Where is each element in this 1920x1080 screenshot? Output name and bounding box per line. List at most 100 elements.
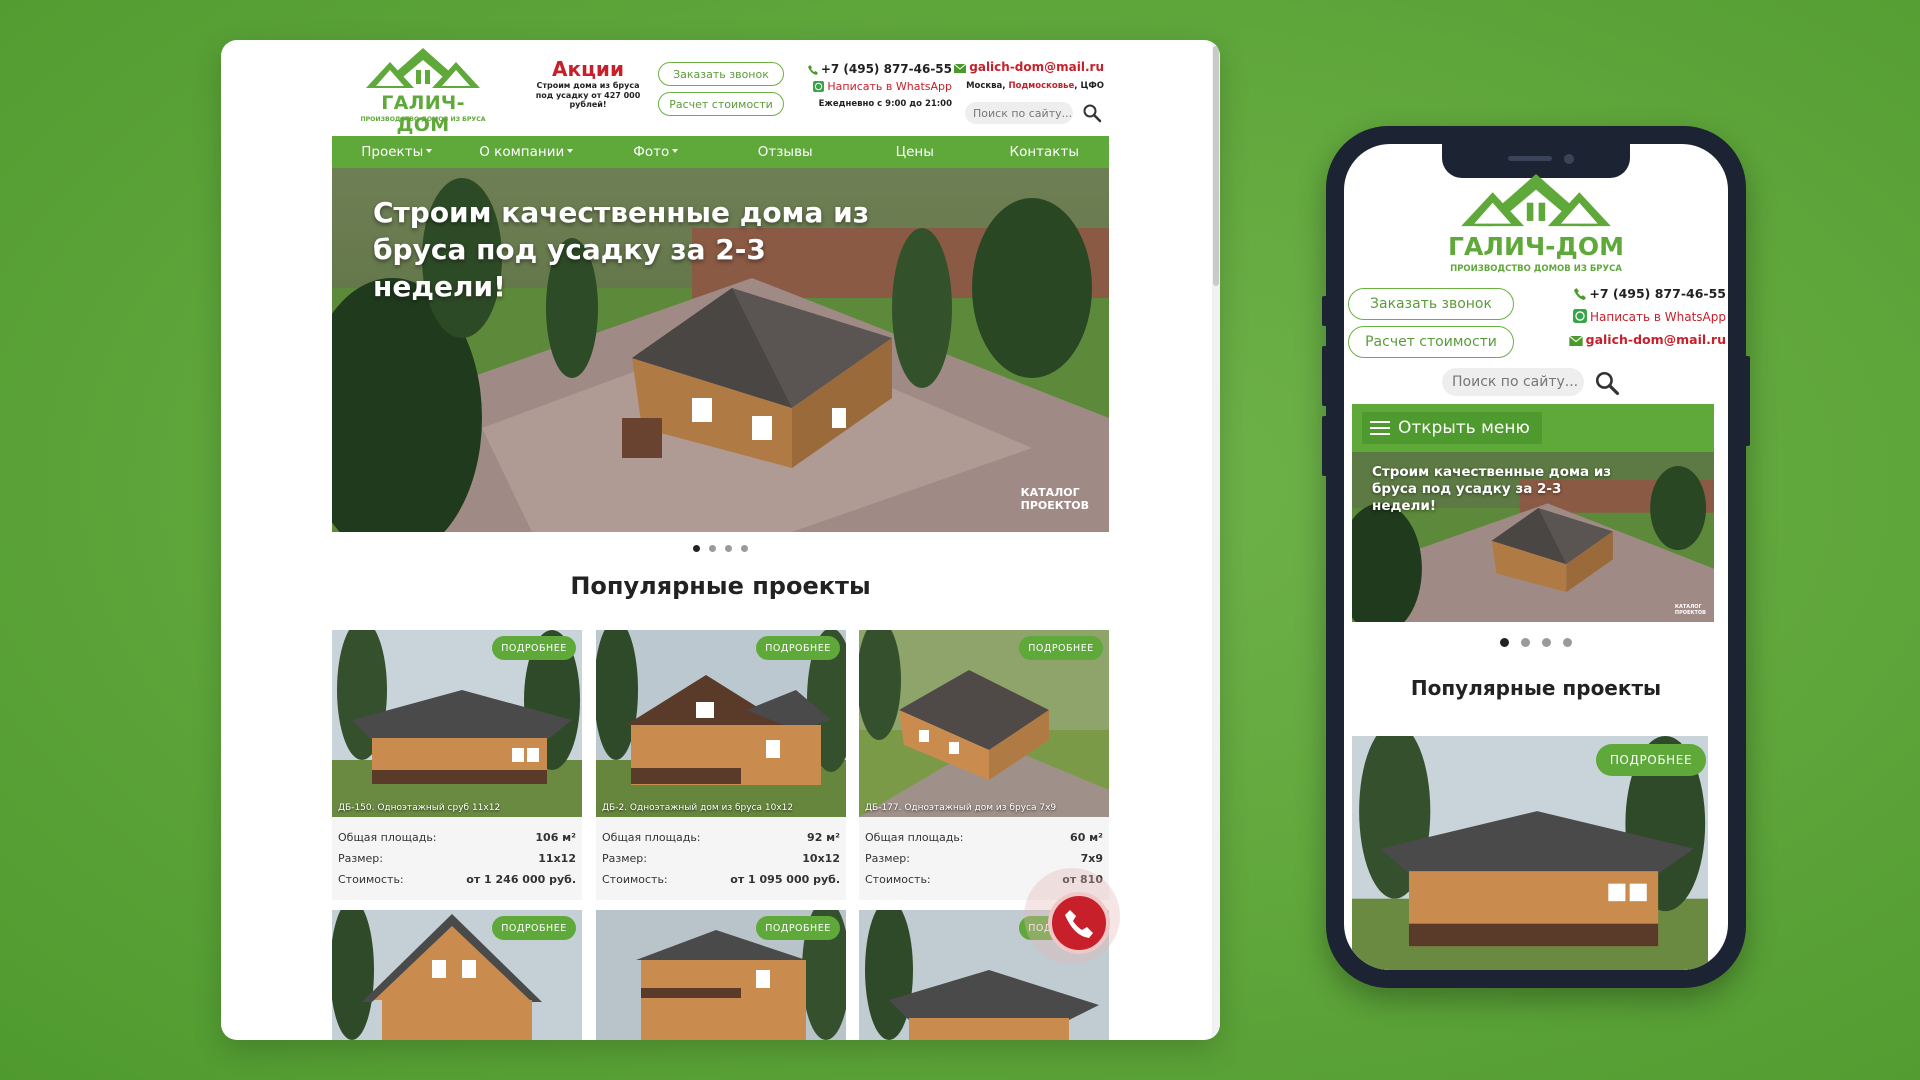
- search-icon[interactable]: [1594, 370, 1620, 396]
- main-nav: Проекты О компании Фото Отзывы Цены Конт…: [332, 136, 1109, 168]
- mobile-screen: ГАЛИЧ-ДОМ ПРОИЗВОДСТВО ДОМОВ ИЗ БРУСА За…: [1344, 144, 1728, 970]
- spec-row: Стоимость: от 1 246 000 руб.: [338, 869, 576, 890]
- phone-button: [1322, 346, 1328, 406]
- spec-value: 60 м²: [1070, 831, 1103, 844]
- email-link[interactable]: galich-dom@mail.ru: [952, 60, 1104, 74]
- project-image[interactable]: ПОДРОБНЕЕ: [332, 910, 582, 1040]
- order-call-button[interactable]: Заказать звонок: [658, 62, 784, 86]
- contacts-block-2: galich-dom@mail.ru Москва, Подмосковье, …: [952, 60, 1104, 91]
- project-card[interactable]: ДБ-2. Одноэтажный дом из бруса 10x12 ПОД…: [596, 630, 846, 900]
- email-address: galich-dom@mail.ru: [969, 60, 1104, 74]
- project-card[interactable]: ПОДРОБНЕЕ: [332, 910, 582, 1040]
- details-button[interactable]: ПОДРОБНЕЕ: [492, 916, 576, 940]
- project-card[interactable]: ДБ-150. Одноэтажный сруб 11x12 ПОДРОБНЕЕ…: [332, 630, 582, 900]
- whatsapp-icon: [1573, 309, 1588, 323]
- nav-item-contacts[interactable]: Контакты: [980, 144, 1110, 160]
- mobile-hero-slider[interactable]: Строим качественные дома из бруса под ус…: [1352, 452, 1714, 622]
- slider-dot[interactable]: [1563, 638, 1572, 647]
- promo-block[interactable]: Акции Строим дома из бруса под усадку от…: [532, 58, 644, 110]
- project-caption: ДБ-2. Одноэтажный дом из бруса 10x12: [602, 803, 794, 813]
- spec-row: Размер: 11x12: [338, 848, 576, 869]
- project-image[interactable]: ПОДРОБНЕЕ: [596, 910, 846, 1040]
- spec-value: от 1 246 000 руб.: [466, 873, 576, 886]
- hero-slider[interactable]: Строим качественные дома из бруса под ус…: [332, 168, 1109, 532]
- whatsapp-link[interactable]: Написать в WhatsApp: [1569, 309, 1726, 324]
- spec-value: 10x12: [802, 852, 840, 865]
- email-link[interactable]: galich-dom@mail.ru: [1568, 332, 1726, 347]
- calc-cost-button[interactable]: Расчет стоимости: [1348, 326, 1514, 358]
- order-call-button[interactable]: Заказать звонок: [1348, 288, 1514, 320]
- chevron-down-icon: [426, 149, 433, 153]
- spec-row: Общая площадь: 106 м²: [338, 827, 576, 848]
- slider-dot[interactable]: [725, 545, 732, 552]
- phone-button: [1322, 416, 1328, 476]
- call-button-inner[interactable]: [1048, 892, 1110, 954]
- spec-row: Размер: 10x12: [602, 848, 840, 869]
- project-image[interactable]: ДБ-150. Одноэтажный сруб 11x12 ПОДРОБНЕЕ: [332, 630, 582, 817]
- nav-item-photo[interactable]: Фото: [591, 144, 721, 160]
- catalog-link[interactable]: КАТАЛОГ ПРОЕКТОВ: [1675, 604, 1706, 616]
- nav-item-prices[interactable]: Цены: [850, 144, 980, 160]
- mobile-logo[interactable]: ГАЛИЧ-ДОМ ПРОИЗВОДСТВО ДОМОВ ИЗ БРУСА: [1448, 174, 1624, 284]
- camera: [1564, 154, 1574, 164]
- nav-label: Проекты: [361, 144, 424, 160]
- phone-button: [1322, 296, 1328, 326]
- project-card[interactable]: ПОДРОБНЕЕ: [596, 910, 846, 1040]
- catalog-link[interactable]: КАТАЛОГ ПРОЕКТОВ: [1021, 486, 1089, 512]
- details-button[interactable]: ПОДРОБНЕЕ: [756, 916, 840, 940]
- project-image[interactable]: ДБ-2. Одноэтажный дом из бруса 10x12 ПОД…: [596, 630, 846, 817]
- slider-dot[interactable]: [1521, 638, 1530, 647]
- spec-label: Размер:: [865, 852, 910, 865]
- open-menu-button[interactable]: Открыть меню: [1362, 412, 1542, 444]
- nav-label: О компании: [479, 144, 565, 160]
- whatsapp-link[interactable]: Написать в WhatsApp: [802, 80, 952, 93]
- slider-dot[interactable]: [1500, 638, 1509, 647]
- details-button[interactable]: ПОДРОБНЕЕ: [492, 636, 576, 660]
- promo-title[interactable]: Акции: [532, 58, 644, 80]
- search-input[interactable]: Поиск по сайту...: [1442, 368, 1584, 396]
- hero-title: Строим качественные дома из бруса под ус…: [1372, 464, 1612, 514]
- details-button[interactable]: ПОДРОБНЕЕ: [756, 636, 840, 660]
- spec-label: Общая площадь:: [865, 831, 964, 844]
- project-card[interactable]: ДБ-177. Одноэтажный дом из бруса 7x9 ПОД…: [859, 630, 1109, 900]
- details-button[interactable]: ПОДРОБНЕЕ: [1019, 636, 1103, 660]
- project-specs: Общая площадь: 106 м² Размер: 11x12 Стоимо…: [332, 817, 582, 890]
- phone-notch: [1442, 144, 1630, 178]
- chevron-down-icon: [567, 149, 574, 153]
- project-image[interactable]: ДБ-177. Одноэтажный дом из бруса 7x9 ПОД…: [859, 630, 1109, 817]
- nav-item-projects[interactable]: Проекты: [332, 144, 462, 160]
- slider-dot[interactable]: [709, 545, 716, 552]
- region-link[interactable]: Подмосковье: [1008, 81, 1074, 91]
- slider-dot[interactable]: [1542, 638, 1551, 647]
- nav-label: Фото: [633, 144, 670, 160]
- phone-link[interactable]: +7 (495) 877-46-55: [802, 62, 952, 76]
- phone-number: +7 (495) 877-46-55: [1589, 286, 1726, 301]
- nav-item-about[interactable]: О компании: [462, 144, 592, 160]
- nav-item-reviews[interactable]: Отзывы: [721, 144, 851, 160]
- spec-row: Общая площадь: 92 м²: [602, 827, 840, 848]
- slider-dot[interactable]: [741, 545, 748, 552]
- catalog-label-1: КАТАЛОГ: [1020, 486, 1080, 499]
- calc-cost-button[interactable]: Расчет стоимости: [658, 92, 784, 116]
- slider-dot[interactable]: [693, 545, 700, 552]
- logo[interactable]: ГАЛИЧ-ДОМ ПРОИЗВОДСТВО ДОМОВ ИЗ БРУСА: [356, 48, 490, 136]
- scrollbar-thumb[interactable]: [1213, 46, 1219, 286]
- floating-call-button[interactable]: [1024, 868, 1120, 964]
- project-caption: ДБ-150. Одноэтажный сруб 11x12: [338, 803, 501, 813]
- spec-value: 11x12: [538, 852, 576, 865]
- open-menu-label: Открыть меню: [1398, 418, 1530, 438]
- hero-title: Строим качественные дома из бруса под ус…: [373, 196, 869, 303]
- details-button[interactable]: ПОДРОБНЕЕ: [1596, 744, 1706, 776]
- phone-icon: [1574, 288, 1587, 300]
- mail-icon: [954, 64, 967, 73]
- project-card[interactable]: ПОДРОБНЕЕ: [1352, 736, 1708, 970]
- spec-row: Общая площадь: 60 м²: [865, 827, 1103, 848]
- spec-label: Общая площадь:: [602, 831, 701, 844]
- whatsapp-label: Написать в WhatsApp: [827, 80, 952, 93]
- whatsapp-label: Написать в WhatsApp: [1590, 310, 1726, 324]
- spec-row: Стоимость: от 1 095 000 руб.: [602, 869, 840, 890]
- search-input[interactable]: Поиск по сайту...: [965, 102, 1073, 124]
- search-icon[interactable]: [1082, 103, 1102, 123]
- logo-name: ГАЛИЧ-ДОМ: [381, 92, 465, 136]
- phone-link[interactable]: +7 (495) 877-46-55: [1569, 286, 1726, 301]
